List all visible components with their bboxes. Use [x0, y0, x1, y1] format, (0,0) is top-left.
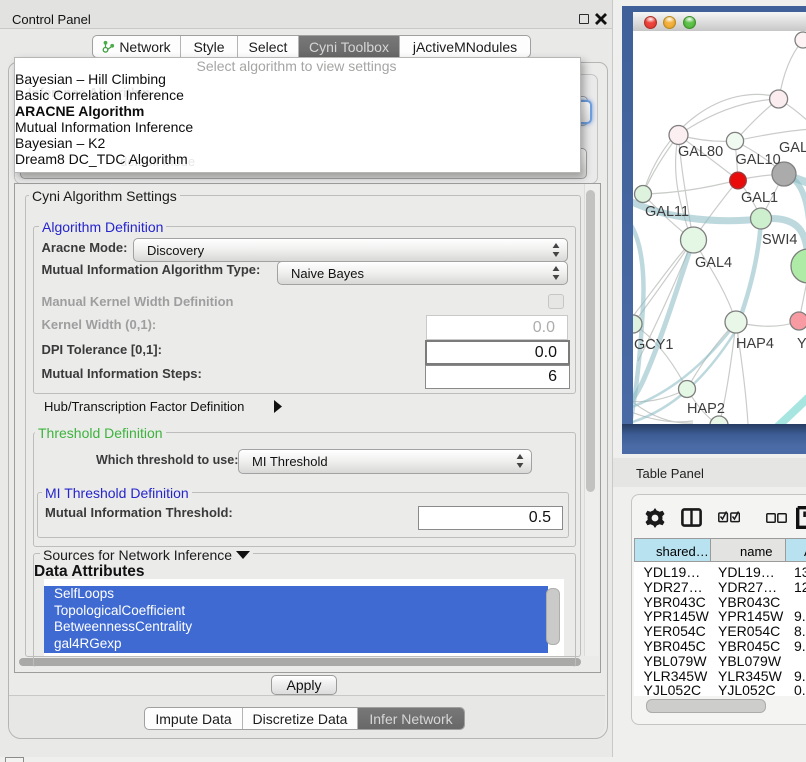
svg-text:SWI4: SWI4 [762, 232, 797, 248]
svg-text:GAL2: GAL2 [779, 140, 806, 156]
svg-text:HAP4: HAP4 [736, 336, 774, 352]
svg-text:GAL11: GAL11 [645, 204, 689, 220]
svg-text:GAL1: GAL1 [741, 190, 778, 206]
svg-text:GAL4: GAL4 [695, 255, 732, 271]
svg-text:HAP2: HAP2 [687, 401, 725, 417]
svg-text:GAL10: GAL10 [736, 152, 781, 168]
svg-text:Y: Y [797, 336, 806, 352]
svg-text:GAL80: GAL80 [678, 144, 723, 160]
svg-text:GCY1: GCY1 [634, 337, 674, 353]
